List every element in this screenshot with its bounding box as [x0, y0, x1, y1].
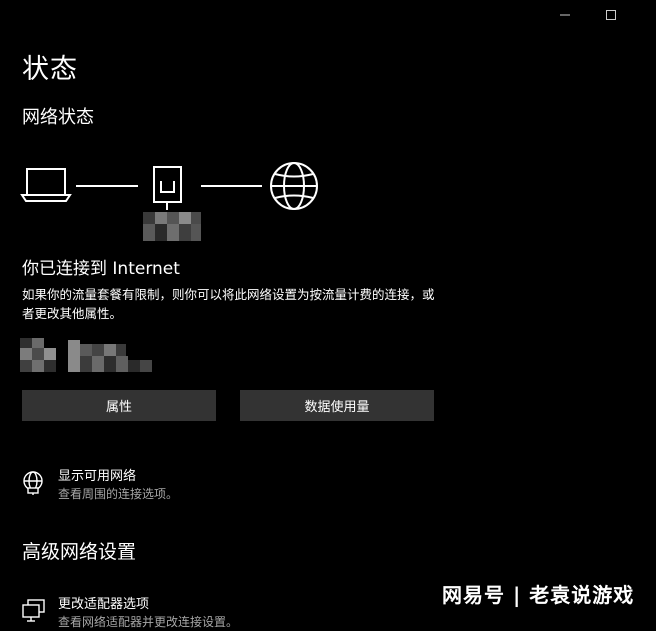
obscured-network-name [143, 212, 201, 241]
change-adapter-subtitle: 查看网络适配器并更改连接设置。 [58, 615, 239, 629]
adapter-icon [22, 599, 45, 622]
connection-status-title: 你已连接到 Internet [22, 259, 180, 279]
router-icon [153, 166, 182, 210]
minimize-icon [560, 14, 570, 16]
network-diagram [20, 162, 318, 241]
data-usage-button[interactable]: 数据使用量 [240, 390, 434, 421]
page-title: 状态 [22, 54, 78, 85]
network-status-heading: 网络状态 [22, 107, 94, 128]
laptop-icon [20, 168, 72, 202]
maximize-button[interactable] [588, 0, 634, 30]
change-adapter-options-link[interactable]: 更改适配器选项 查看网络适配器并更改连接设置。 [22, 596, 238, 631]
show-available-networks-link[interactable]: 显示可用网络 查看周围的连接选项。 [22, 468, 178, 503]
globe-icon [270, 162, 318, 210]
properties-button[interactable]: 属性 [22, 390, 216, 421]
watermark: 网易号 | 老袁说游戏 [442, 583, 635, 607]
properties-button-label: 属性 [105, 400, 132, 415]
show-networks-title: 显示可用网络 [58, 469, 137, 484]
minimize-button[interactable] [542, 0, 588, 30]
data-usage-button-label: 数据使用量 [304, 400, 370, 415]
show-networks-subtitle: 查看周围的连接选项。 [58, 487, 179, 501]
change-adapter-title: 更改适配器选项 [58, 597, 150, 612]
advanced-settings-heading: 高级网络设置 [22, 541, 137, 563]
connection-status-description: 如果你的流量套餐有限制，则你可以将此网络设置为按流量计费的连接，或者更改其他属性… [22, 287, 435, 321]
available-networks-icon [23, 471, 43, 495]
obscured-network-info [20, 338, 152, 372]
maximize-icon [606, 10, 616, 20]
